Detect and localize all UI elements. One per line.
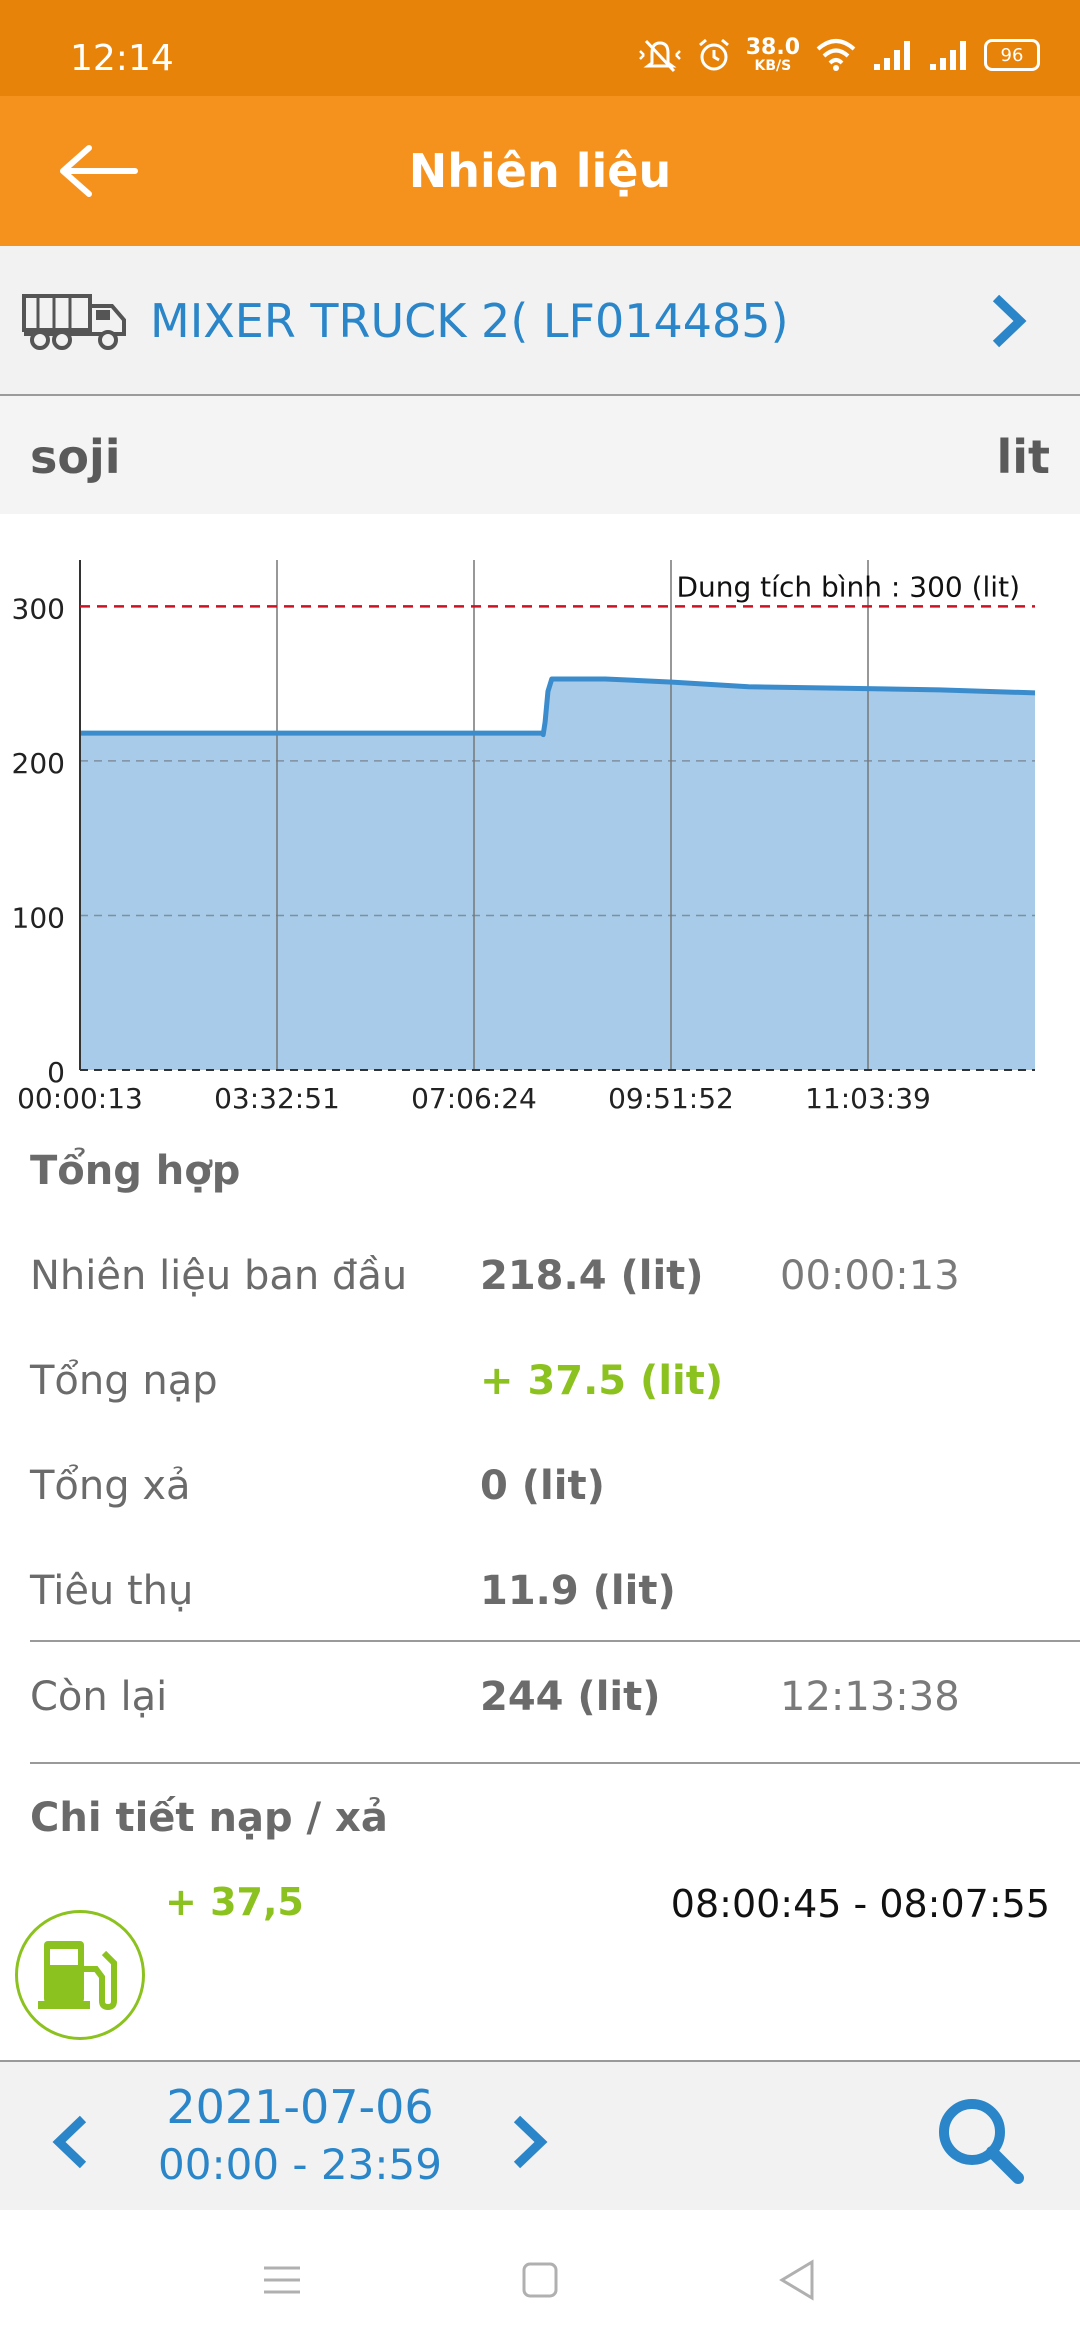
- chevron-left-icon: [52, 2115, 87, 2169]
- capacity-label: Dung tích bình : 300 (lit): [676, 570, 1020, 603]
- signal-icon-2: [930, 41, 966, 70]
- status-time: 12:14: [70, 38, 174, 79]
- fuel-area: [80, 679, 1035, 1070]
- x-tick-label: 07:06:24: [411, 1082, 537, 1115]
- summary-value: 244 (lit): [480, 1674, 661, 1720]
- system-nav-bar: [0, 2210, 1080, 2340]
- menu-button[interactable]: [252, 2250, 312, 2310]
- truck-icon: [22, 294, 126, 350]
- fuel-chart: 0 100 200 300 00:00:13 03:32:51 07:06:24 09:51:…: [0, 540, 1080, 1120]
- summary-value: 11.9 (lit): [480, 1568, 676, 1614]
- x-tick-label: 00:00:13: [17, 1082, 143, 1115]
- alarm-icon: [698, 38, 729, 71]
- sensor-name: soji: [30, 430, 121, 484]
- status-bar: 12:14 38.0 KB/S 96: [0, 0, 1080, 96]
- chevron-right-icon: [992, 294, 1027, 348]
- summary-label: Còn lại: [30, 1674, 168, 1720]
- next-day-button[interactable]: [505, 2107, 555, 2177]
- battery-level: 96: [1000, 44, 1024, 66]
- net-speed-value: 38.0: [745, 35, 800, 60]
- chevron-right-icon: [513, 2115, 548, 2169]
- summary-label: Nhiên liệu ban đầu: [30, 1253, 408, 1299]
- system-back-button[interactable]: [768, 2250, 828, 2310]
- summary-title: Tổng hợp: [30, 1148, 241, 1194]
- fuel-chart-svg: 010020030000:00:13 03:32:51 07:06:24 09:51:…: [12, 560, 1036, 1115]
- selected-date: 2021-07-06: [166, 2080, 434, 2134]
- app-bar: Nhiên liệu: [0, 96, 1080, 246]
- summary-row-remaining: Còn lại 244 (lit) 12:13:38: [30, 1656, 1050, 1736]
- summary-row-initial: Nhiên liệu ban đầu 218.4 (lit) 00:00:13: [30, 1235, 1050, 1315]
- summary-label: Tổng nạp: [30, 1358, 218, 1404]
- y-tick-label: 100: [12, 901, 65, 934]
- summary-value: + 37.5 (lit): [480, 1358, 724, 1404]
- vehicle-selector[interactable]: MIXER TRUCK 2( LF014485): [0, 246, 1080, 396]
- fuel-badge: [15, 1910, 145, 2040]
- summary-label: Tiêu thụ: [30, 1568, 194, 1614]
- mute-bell-icon: [638, 39, 681, 73]
- net-speed: 38.0 KB/S: [745, 35, 800, 74]
- back-triangle-icon: [779, 2259, 814, 2301]
- details-title: Chi tiết nạp / xả: [30, 1795, 388, 1841]
- vehicle-name: MIXER TRUCK 2( LF014485): [150, 294, 789, 348]
- signal-icon: [874, 41, 910, 70]
- selected-time-range: 00:00 - 23:59: [158, 2140, 442, 2189]
- menu-icon: [264, 2266, 300, 2294]
- summary-value: 0 (lit): [480, 1463, 605, 1509]
- date-picker[interactable]: 2021-07-06 00:00 - 23:59: [120, 2080, 480, 2189]
- wifi-icon: [816, 39, 856, 71]
- battery-icon: 96: [984, 39, 1040, 71]
- summary-time: 00:00:13: [780, 1253, 960, 1299]
- summary-value: 218.4 (lit): [480, 1253, 704, 1299]
- status-icons: 38.0 KB/S 96: [638, 30, 1040, 80]
- detail-item[interactable]: + 37,5 08:00:45 - 08:07:55: [0, 1860, 1080, 2050]
- home-icon: [522, 2262, 558, 2298]
- fuel-pump-icon: [38, 1941, 117, 2011]
- search-button[interactable]: [930, 2090, 1030, 2190]
- date-navigation: 2021-07-06 00:00 - 23:59: [0, 2060, 1080, 2212]
- summary-row-consumption: Tiêu thụ 11.9 (lit): [30, 1550, 1050, 1630]
- net-speed-unit: KB/S: [754, 58, 792, 74]
- x-tick-label: 09:51:52: [608, 1082, 734, 1115]
- y-tick-label: 300: [12, 592, 65, 625]
- page-title: Nhiên liệu: [408, 144, 672, 198]
- y-tick-label: 200: [12, 747, 65, 780]
- x-tick-label: 11:03:39: [805, 1082, 931, 1115]
- summary-time: 12:13:38: [780, 1674, 960, 1720]
- home-button[interactable]: [510, 2250, 570, 2310]
- search-icon: [939, 2099, 1024, 2184]
- sensor-unit: lit: [996, 430, 1050, 484]
- divider: [30, 1762, 1080, 1764]
- detail-amount: + 37,5: [165, 1880, 304, 1924]
- previous-day-button[interactable]: [45, 2107, 95, 2177]
- summary-label: Tổng xả: [30, 1463, 191, 1509]
- x-tick-label: 03:32:51: [214, 1082, 340, 1115]
- sensor-header: soji lit: [0, 396, 1080, 514]
- vehicle-next-button[interactable]: [980, 286, 1040, 356]
- summary-row-drain: Tổng xả 0 (lit): [30, 1445, 1050, 1525]
- divider: [30, 1640, 1080, 1642]
- detail-time-range: 08:00:45 - 08:07:55: [670, 1882, 1050, 1926]
- summary-row-refuel: Tổng nạp + 37.5 (lit): [30, 1340, 1050, 1420]
